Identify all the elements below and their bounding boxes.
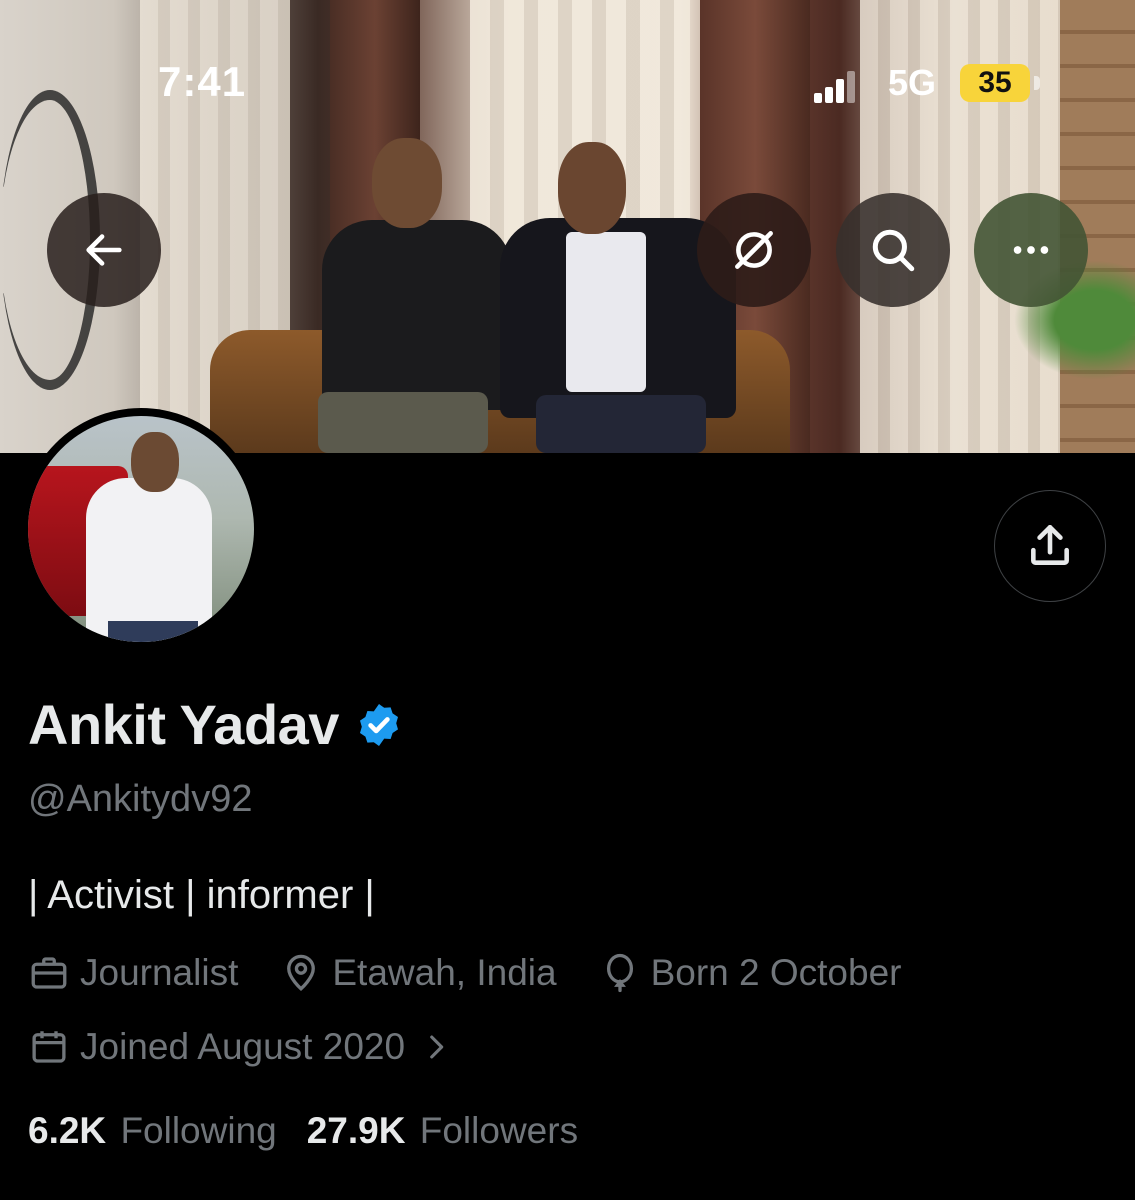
profile-birthday: Born 2 October bbox=[599, 952, 902, 994]
location-text: Etawah, India bbox=[332, 952, 557, 993]
share-profile-button[interactable] bbox=[994, 490, 1106, 602]
battery-indicator: 35 bbox=[960, 64, 1030, 102]
signal-icon bbox=[814, 71, 855, 103]
profile-bio: | Activist | informer | bbox=[28, 873, 375, 917]
network-type: 5G bbox=[888, 62, 937, 103]
job-text: Journalist bbox=[80, 952, 239, 993]
followers-label: Followers bbox=[419, 1110, 579, 1151]
back-arrow-icon bbox=[86, 234, 122, 266]
profile-location: Etawah, India bbox=[280, 952, 557, 994]
birthday-text: Born 2 October bbox=[650, 952, 902, 993]
verified-badge-icon[interactable] bbox=[355, 701, 403, 749]
profile-joined[interactable]: Joined August 2020 bbox=[28, 1026, 463, 1068]
banner-person-left-legs bbox=[318, 392, 488, 453]
chevron-right-icon bbox=[430, 1035, 444, 1059]
avatar-head bbox=[131, 432, 179, 492]
briefcase-icon bbox=[31, 957, 67, 989]
profile-handle: @Ankitydv92 bbox=[28, 778, 253, 820]
battery-cap bbox=[1034, 76, 1040, 90]
back-button[interactable] bbox=[47, 193, 161, 307]
balloon-icon bbox=[606, 953, 633, 993]
following-count: 6.2K bbox=[28, 1110, 107, 1151]
search-icon bbox=[872, 229, 915, 272]
joined-text: Joined August 2020 bbox=[80, 1026, 406, 1067]
following-link[interactable]: 6.2K Following bbox=[28, 1110, 277, 1152]
banner-person-left-head bbox=[372, 138, 442, 228]
grok-button[interactable] bbox=[697, 193, 811, 307]
avatar[interactable] bbox=[28, 416, 254, 642]
avatar-jeans bbox=[108, 621, 198, 642]
profile-meta-row: Journalist Etawah, India Born 2 October bbox=[28, 952, 943, 994]
banner-person-left bbox=[322, 220, 512, 410]
grok-icon bbox=[735, 231, 773, 269]
more-icon bbox=[1013, 246, 1049, 254]
calendar-icon bbox=[32, 1031, 66, 1063]
status-time: 7:41 bbox=[158, 58, 247, 105]
banner-person-right-head bbox=[558, 142, 626, 234]
name-row: Ankit Yadav bbox=[28, 692, 403, 757]
followers-count: 27.9K bbox=[306, 1110, 406, 1151]
banner-person-right-legs bbox=[536, 395, 706, 453]
profile-joined-row[interactable]: Joined August 2020 bbox=[28, 1026, 505, 1068]
more-options-button[interactable] bbox=[974, 193, 1088, 307]
location-pin-icon bbox=[287, 954, 316, 991]
followers-link[interactable]: 27.9K Followers bbox=[307, 1110, 578, 1152]
following-label: Following bbox=[120, 1110, 277, 1151]
profile-stats: 6.2K Following 27.9K Followers bbox=[28, 1110, 608, 1152]
banner-person-right-shirt bbox=[566, 232, 646, 392]
profile-job: Journalist bbox=[28, 952, 238, 994]
share-icon bbox=[1031, 524, 1069, 565]
search-button[interactable] bbox=[836, 193, 950, 307]
avatar-shirt bbox=[86, 478, 212, 642]
profile-name: Ankit Yadav bbox=[28, 693, 339, 756]
